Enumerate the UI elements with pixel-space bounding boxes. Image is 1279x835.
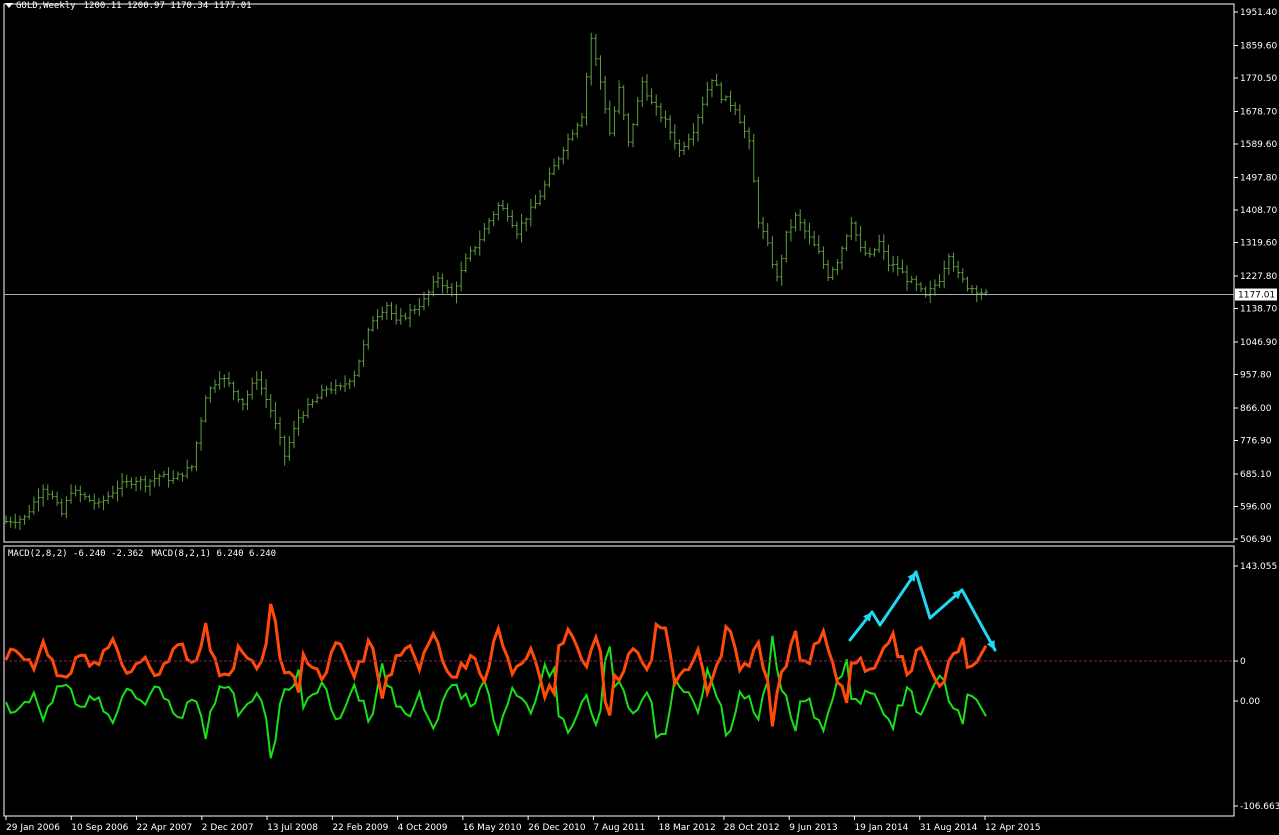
price-bars	[4, 32, 988, 531]
price-tick-label: 1951.40	[1240, 8, 1277, 18]
macd-tick-label: -106.663	[1240, 802, 1279, 812]
time-tick-label: 12 Apr 2015	[985, 823, 1041, 833]
price-tick-label: 957.80	[1240, 370, 1272, 380]
time-tick-label: 2 Dec 2007	[202, 823, 254, 833]
time-tick-label: 22 Apr 2007	[137, 823, 193, 833]
time-tick-label: 18 Mar 2012	[659, 823, 716, 833]
price-tick-label: 1319.60	[1240, 239, 1277, 249]
chart-canvas[interactable]: 1951.40 1859.60 1770.50 1678.70 1589.60 1497.…	[0, 0, 1279, 835]
price-tick-label: 596.00	[1240, 502, 1272, 512]
time-tick-label: 7 Aug 2011	[593, 823, 645, 833]
annotation-arrow-segment	[870, 610, 882, 627]
macd-tick-label: 143.055	[1240, 562, 1277, 572]
time-tick-label: 31 Aug 2014	[920, 823, 978, 833]
time-tick-label: 26 Dec 2010	[528, 823, 586, 833]
macd-lines	[4, 603, 988, 759]
time-tick-label: 19 Jan 2014	[854, 823, 908, 833]
price-tick-label: 1497.80	[1240, 173, 1277, 183]
price-tick-label: 1589.60	[1240, 140, 1277, 150]
price-tick-label: 1770.50	[1240, 74, 1277, 84]
time-tick-label: 28 Oct 2012	[724, 823, 780, 833]
price-tick-label: 1678.70	[1240, 107, 1277, 117]
time-tick-label: 29 Jan 2006	[6, 823, 60, 833]
time-tick-label: 10 Sep 2006	[71, 823, 128, 833]
time-tick-label: 16 May 2010	[463, 823, 522, 833]
time-tick-label: 22 Feb 2009	[332, 823, 388, 833]
annotation-arrow-segment	[878, 570, 918, 627]
price-tick-label: 866.00	[1240, 404, 1272, 414]
chart-frame	[3, 3, 1235, 817]
macd-orange-line	[4, 603, 988, 727]
macd-axis: 143.055 0 0.00 -106.663	[4, 562, 1279, 812]
price-tick-label: 1408.70	[1240, 206, 1277, 216]
macd-tick-label: 0.00	[1240, 697, 1260, 707]
price-tick-label: 1138.70	[1240, 304, 1277, 314]
annotation-arrow-segment	[960, 588, 997, 652]
time-axis: 29 Jan 2006 10 Sep 2006 22 Apr 2007 2 Dec 2…	[5, 816, 1041, 833]
current-price-label: 1177.01	[1238, 291, 1275, 301]
price-tick-label: 776.90	[1240, 436, 1272, 446]
price-tick-label: 1046.90	[1240, 338, 1277, 348]
annotation-arrow-segment	[914, 570, 932, 620]
price-tick-label: 506.90	[1240, 535, 1272, 545]
price-tick-label: 1859.60	[1240, 41, 1277, 51]
time-tick-label: 9 Jun 2013	[789, 823, 837, 833]
time-tick-label: 4 Oct 2009	[398, 823, 448, 833]
macd-green-line	[5, 635, 987, 759]
price-axis: 1951.40 1859.60 1770.50 1678.70 1589.60 1497.…	[4, 8, 1277, 545]
annotation-arrows	[848, 570, 997, 652]
price-tick-label: 1227.80	[1240, 272, 1277, 282]
price-tick-label: 685.10	[1240, 470, 1272, 480]
time-tick-label: 13 Jul 2008	[267, 823, 318, 833]
macd-tick-label: 0	[1240, 657, 1246, 667]
